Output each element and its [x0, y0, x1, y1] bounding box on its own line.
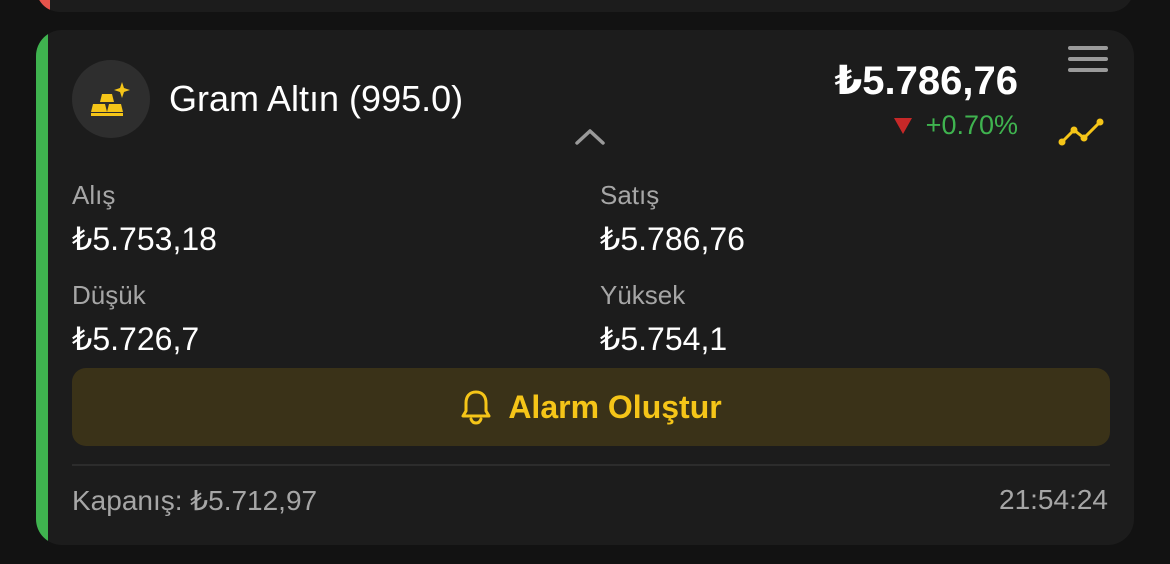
- update-time: 21:54:24: [999, 484, 1108, 515]
- buy-label: Alış: [72, 180, 116, 210]
- asset-title: Gram Altın (995.0): [169, 78, 464, 119]
- create-alarm-label: Alarm Oluştur: [508, 388, 722, 425]
- sell-value: ₺5.786,76: [600, 221, 745, 257]
- current-price: ₺5.786,76: [834, 59, 1018, 103]
- hamburger-menu-icon[interactable]: [1068, 44, 1108, 79]
- price-change: +0.70%: [893, 110, 1018, 141]
- create-alarm-button[interactable]: Alarm Oluştur: [72, 368, 1110, 446]
- down-triangle-icon: [893, 117, 912, 134]
- sell-label: Satış: [600, 180, 660, 210]
- buy-value: ₺5.753,18: [72, 221, 217, 257]
- high-label: Yüksek: [600, 280, 686, 310]
- asset-card[interactable]: Gram Altın (995.0) ₺5.786,76 +0.70% Alış…: [36, 30, 1134, 545]
- change-percent: +0.70%: [925, 110, 1018, 140]
- chevron-up-icon[interactable]: [574, 126, 606, 151]
- gold-bars-icon: [72, 60, 150, 138]
- previous-asset-card[interactable]: [36, 0, 1134, 12]
- card-accent-bar: [36, 30, 48, 545]
- low-value: ₺5.726,7: [72, 321, 200, 357]
- high-value: ₺5.754,1: [600, 321, 728, 357]
- divider: [72, 464, 1110, 466]
- trend-line-icon[interactable]: [1058, 116, 1106, 153]
- close-price: Kapanış: ₺5.712,97: [72, 485, 318, 516]
- card-accent-bar: [36, 0, 50, 12]
- low-label: Düşük: [72, 280, 146, 310]
- bell-icon: [461, 390, 491, 425]
